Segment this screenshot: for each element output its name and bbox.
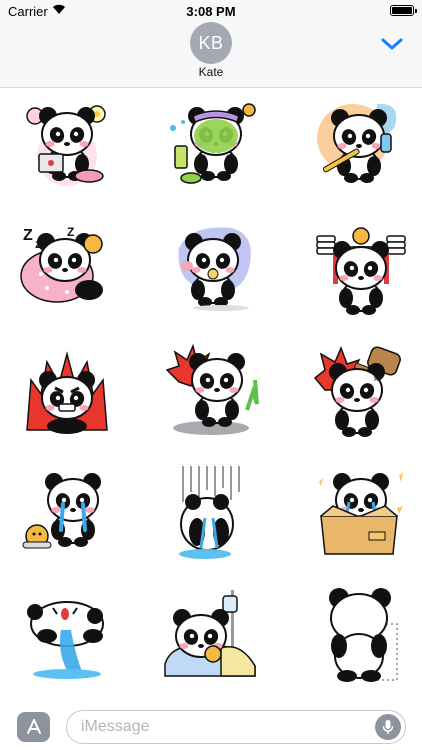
panda-sticker-icon	[170, 103, 256, 184]
contact-name[interactable]: Kate	[0, 65, 422, 79]
message-input-bar	[0, 700, 422, 750]
message-input[interactable]	[81, 711, 361, 743]
sticker-panda-brushing-teeth[interactable]	[311, 96, 411, 196]
sticker-panda-angry-fire[interactable]	[17, 340, 117, 440]
panda-sticker-icon	[178, 227, 251, 311]
panda-sticker-icon	[26, 105, 106, 186]
sticker-panda-sick-bed[interactable]	[161, 584, 261, 684]
app-store-icon	[26, 719, 41, 734]
svg-text:×: ×	[373, 374, 379, 385]
panda-sticker-icon: Z z Z	[20, 225, 103, 303]
status-bar-overlay: Carrier 3:08 PM	[0, 0, 422, 22]
panda-sticker-icon	[164, 590, 256, 677]
sticker-panda-gloomy-rain[interactable]	[161, 462, 261, 562]
sticker-panda-eating[interactable]	[161, 218, 261, 318]
sticker-panda-in-box[interactable]	[311, 462, 411, 562]
microphone-icon	[382, 720, 394, 734]
panda-sticker-icon	[317, 103, 397, 184]
sticker-panda-hit-hammer[interactable]: ×	[311, 340, 411, 440]
panda-sticker-icon	[329, 588, 398, 682]
panda-sticker-icon	[27, 601, 104, 679]
sticker-panda-sleeping-zzz[interactable]: Z z Z	[17, 218, 117, 318]
sticker-panda-back-view[interactable]	[311, 584, 411, 684]
panda-sticker-icon	[316, 227, 406, 316]
chevron-down-icon[interactable]	[380, 36, 404, 52]
contact-avatar[interactable]: KB	[190, 22, 232, 64]
panda-sticker-icon	[179, 466, 240, 559]
panda-sticker-icon: ×	[313, 345, 401, 438]
sticker-panda-crying-puddle[interactable]	[17, 584, 117, 684]
conversation-header: Carrier 3:08 PM KB Kate	[0, 0, 422, 88]
sticker-panda-lifting-weights[interactable]	[311, 218, 411, 318]
sticker-panda-crying-hamster[interactable]	[17, 462, 117, 562]
panda-sticker-icon	[22, 472, 102, 549]
sticker-panda-laptop-flowers[interactable]	[17, 96, 117, 196]
svg-text:Z: Z	[67, 225, 74, 239]
panda-sticker-icon	[26, 351, 108, 434]
panda-sticker-icon	[165, 343, 259, 435]
sticker-grid: Z z Z	[0, 88, 422, 700]
message-field[interactable]	[66, 710, 406, 744]
battery-fill	[392, 7, 412, 14]
sticker-panda-face-mask[interactable]	[161, 96, 261, 196]
status-time: 3:08 PM	[186, 4, 236, 19]
svg-text:Z: Z	[23, 227, 33, 244]
panda-sticker-icon	[319, 472, 403, 555]
microphone-button[interactable]	[375, 714, 401, 740]
app-store-button[interactable]	[17, 712, 50, 742]
battery-icon	[390, 5, 417, 16]
sticker-panda-burst-lying[interactable]	[161, 340, 261, 440]
